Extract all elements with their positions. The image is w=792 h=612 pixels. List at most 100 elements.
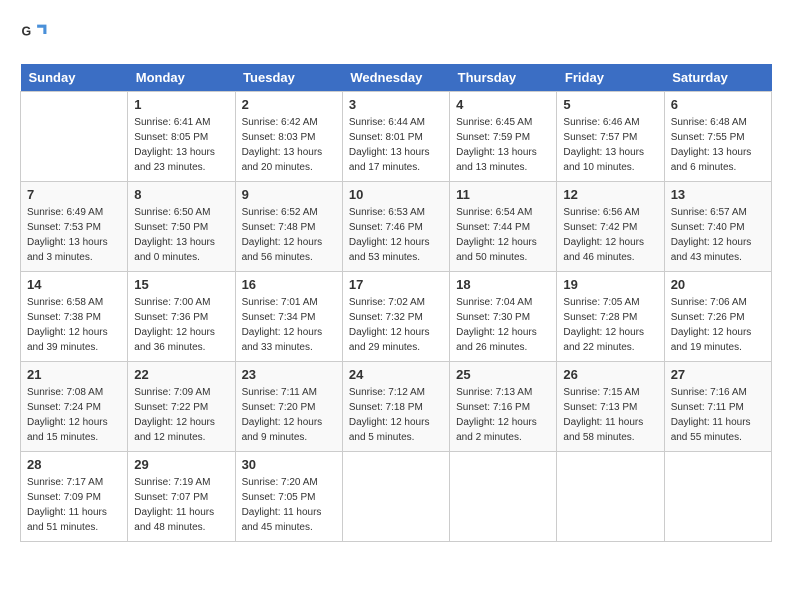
calendar-cell: 15 Sunrise: 7:00 AM Sunset: 7:36 PM Dayli…	[128, 272, 235, 362]
day-info: Sunrise: 7:13 AM Sunset: 7:16 PM Dayligh…	[456, 385, 550, 445]
calendar-week-5: 28Sunrise: 7:17 AM Sunset: 7:09 PM Dayli…	[21, 452, 772, 542]
calendar-cell: 9 Sunrise: 6:52 AM Sunset: 7:48 PM Daylig…	[235, 182, 342, 272]
day-info: Sunrise: 7:05 AM Sunset: 7:28 PM Dayligh…	[563, 295, 657, 355]
day-number: 8	[134, 187, 228, 202]
day-number: 23	[242, 367, 336, 382]
day-number: 27	[671, 367, 765, 382]
col-header-friday: Friday	[557, 64, 664, 92]
day-info: Sunrise: 7:06 AM Sunset: 7:26 PM Dayligh…	[671, 295, 765, 355]
day-info: Sunrise: 6:46 AM Sunset: 7:57 PM Dayligh…	[563, 115, 657, 175]
day-number: 20	[671, 277, 765, 292]
day-info: Sunrise: 7:12 AM Sunset: 7:18 PM Dayligh…	[349, 385, 443, 445]
calendar-cell: 27 Sunrise: 7:16 AM Sunset: 7:11 PM Dayli…	[664, 362, 771, 452]
day-number: 2	[242, 97, 336, 112]
calendar-cell: 13Sunrise: 6:57 AM Sunset: 7:40 PM Dayli…	[664, 182, 771, 272]
day-info: Sunrise: 6:44 AM Sunset: 8:01 PM Dayligh…	[349, 115, 443, 175]
calendar-cell	[664, 452, 771, 542]
calendar-cell: 2 Sunrise: 6:42 AM Sunset: 8:03 PM Daylig…	[235, 92, 342, 182]
calendar-cell	[21, 92, 128, 182]
day-number: 3	[349, 97, 443, 112]
logo: G	[20, 20, 52, 48]
day-info: Sunrise: 6:45 AM Sunset: 7:59 PM Dayligh…	[456, 115, 550, 175]
calendar-cell: 26 Sunrise: 7:15 AM Sunset: 7:13 PM Dayli…	[557, 362, 664, 452]
calendar-cell: 16 Sunrise: 7:01 AM Sunset: 7:34 PM Dayli…	[235, 272, 342, 362]
calendar-cell: 7Sunrise: 6:49 AM Sunset: 7:53 PM Daylig…	[21, 182, 128, 272]
col-header-sunday: Sunday	[21, 64, 128, 92]
day-info: Sunrise: 7:19 AM Sunset: 7:07 PM Dayligh…	[134, 475, 228, 535]
calendar-week-1: 1Sunrise: 6:41 AM Sunset: 8:05 PM Daylig…	[21, 92, 772, 182]
day-number: 7	[27, 187, 121, 202]
calendar-cell: 19 Sunrise: 7:05 AM Sunset: 7:28 PM Dayli…	[557, 272, 664, 362]
calendar-cell: 29 Sunrise: 7:19 AM Sunset: 7:07 PM Dayli…	[128, 452, 235, 542]
header: G	[20, 20, 772, 48]
day-number: 17	[349, 277, 443, 292]
calendar-cell: 6Sunrise: 6:48 AM Sunset: 7:55 PM Daylig…	[664, 92, 771, 182]
calendar-cell: 25 Sunrise: 7:13 AM Sunset: 7:16 PM Dayli…	[450, 362, 557, 452]
calendar-cell: 17 Sunrise: 7:02 AM Sunset: 7:32 PM Dayli…	[342, 272, 449, 362]
day-info: Sunrise: 7:04 AM Sunset: 7:30 PM Dayligh…	[456, 295, 550, 355]
calendar-cell: 20 Sunrise: 7:06 AM Sunset: 7:26 PM Dayli…	[664, 272, 771, 362]
day-info: Sunrise: 7:01 AM Sunset: 7:34 PM Dayligh…	[242, 295, 336, 355]
day-number: 16	[242, 277, 336, 292]
day-number: 21	[27, 367, 121, 382]
calendar-week-4: 21 Sunrise: 7:08 AM Sunset: 7:24 PM Dayli…	[21, 362, 772, 452]
day-number: 1	[134, 97, 228, 112]
day-info: Sunrise: 6:57 AM Sunset: 7:40 PM Dayligh…	[671, 205, 765, 265]
calendar-cell	[450, 452, 557, 542]
day-number: 26	[563, 367, 657, 382]
calendar-cell: 28Sunrise: 7:17 AM Sunset: 7:09 PM Dayli…	[21, 452, 128, 542]
day-info: Sunrise: 7:20 AM Sunset: 7:05 PM Dayligh…	[242, 475, 336, 535]
day-number: 4	[456, 97, 550, 112]
day-number: 12	[563, 187, 657, 202]
calendar-cell: 22 Sunrise: 7:09 AM Sunset: 7:22 PM Dayli…	[128, 362, 235, 452]
logo-icon: G	[20, 20, 48, 48]
day-info: Sunrise: 7:15 AM Sunset: 7:13 PM Dayligh…	[563, 385, 657, 445]
calendar-cell: 1Sunrise: 6:41 AM Sunset: 8:05 PM Daylig…	[128, 92, 235, 182]
calendar-cell: 5 Sunrise: 6:46 AM Sunset: 7:57 PM Daylig…	[557, 92, 664, 182]
calendar-cell: 30 Sunrise: 7:20 AM Sunset: 7:05 PM Dayli…	[235, 452, 342, 542]
day-info: Sunrise: 7:16 AM Sunset: 7:11 PM Dayligh…	[671, 385, 765, 445]
calendar-week-2: 7Sunrise: 6:49 AM Sunset: 7:53 PM Daylig…	[21, 182, 772, 272]
col-header-thursday: Thursday	[450, 64, 557, 92]
day-info: Sunrise: 7:00 AM Sunset: 7:36 PM Dayligh…	[134, 295, 228, 355]
day-number: 19	[563, 277, 657, 292]
day-info: Sunrise: 6:56 AM Sunset: 7:42 PM Dayligh…	[563, 205, 657, 265]
day-number: 15	[134, 277, 228, 292]
day-number: 9	[242, 187, 336, 202]
calendar-table: SundayMondayTuesdayWednesdayThursdayFrid…	[20, 64, 772, 542]
day-info: Sunrise: 7:02 AM Sunset: 7:32 PM Dayligh…	[349, 295, 443, 355]
day-info: Sunrise: 6:50 AM Sunset: 7:50 PM Dayligh…	[134, 205, 228, 265]
calendar-cell	[557, 452, 664, 542]
day-number: 29	[134, 457, 228, 472]
calendar-cell: 14 Sunrise: 6:58 AM Sunset: 7:38 PM Dayli…	[21, 272, 128, 362]
day-info: Sunrise: 7:11 AM Sunset: 7:20 PM Dayligh…	[242, 385, 336, 445]
day-number: 5	[563, 97, 657, 112]
calendar-week-3: 14 Sunrise: 6:58 AM Sunset: 7:38 PM Dayli…	[21, 272, 772, 362]
day-number: 14	[27, 277, 121, 292]
calendar-cell: 23 Sunrise: 7:11 AM Sunset: 7:20 PM Dayli…	[235, 362, 342, 452]
day-info: Sunrise: 7:08 AM Sunset: 7:24 PM Dayligh…	[27, 385, 121, 445]
calendar-cell: 21 Sunrise: 7:08 AM Sunset: 7:24 PM Dayli…	[21, 362, 128, 452]
calendar-cell: 24 Sunrise: 7:12 AM Sunset: 7:18 PM Dayli…	[342, 362, 449, 452]
day-info: Sunrise: 7:17 AM Sunset: 7:09 PM Dayligh…	[27, 475, 121, 535]
day-info: Sunrise: 6:53 AM Sunset: 7:46 PM Dayligh…	[349, 205, 443, 265]
day-number: 24	[349, 367, 443, 382]
col-header-wednesday: Wednesday	[342, 64, 449, 92]
calendar-cell: 8 Sunrise: 6:50 AM Sunset: 7:50 PM Daylig…	[128, 182, 235, 272]
svg-text:G: G	[22, 25, 32, 39]
day-number: 25	[456, 367, 550, 382]
day-info: Sunrise: 6:58 AM Sunset: 7:38 PM Dayligh…	[27, 295, 121, 355]
day-info: Sunrise: 7:09 AM Sunset: 7:22 PM Dayligh…	[134, 385, 228, 445]
day-info: Sunrise: 6:48 AM Sunset: 7:55 PM Dayligh…	[671, 115, 765, 175]
day-info: Sunrise: 6:52 AM Sunset: 7:48 PM Dayligh…	[242, 205, 336, 265]
calendar-cell: 18Sunrise: 7:04 AM Sunset: 7:30 PM Dayli…	[450, 272, 557, 362]
calendar-header-row: SundayMondayTuesdayWednesdayThursdayFrid…	[21, 64, 772, 92]
col-header-monday: Monday	[128, 64, 235, 92]
calendar-cell	[342, 452, 449, 542]
calendar-cell: 4 Sunrise: 6:45 AM Sunset: 7:59 PM Daylig…	[450, 92, 557, 182]
day-info: Sunrise: 6:42 AM Sunset: 8:03 PM Dayligh…	[242, 115, 336, 175]
day-number: 22	[134, 367, 228, 382]
day-number: 30	[242, 457, 336, 472]
day-number: 11	[456, 187, 550, 202]
calendar-cell: 3 Sunrise: 6:44 AM Sunset: 8:01 PM Daylig…	[342, 92, 449, 182]
